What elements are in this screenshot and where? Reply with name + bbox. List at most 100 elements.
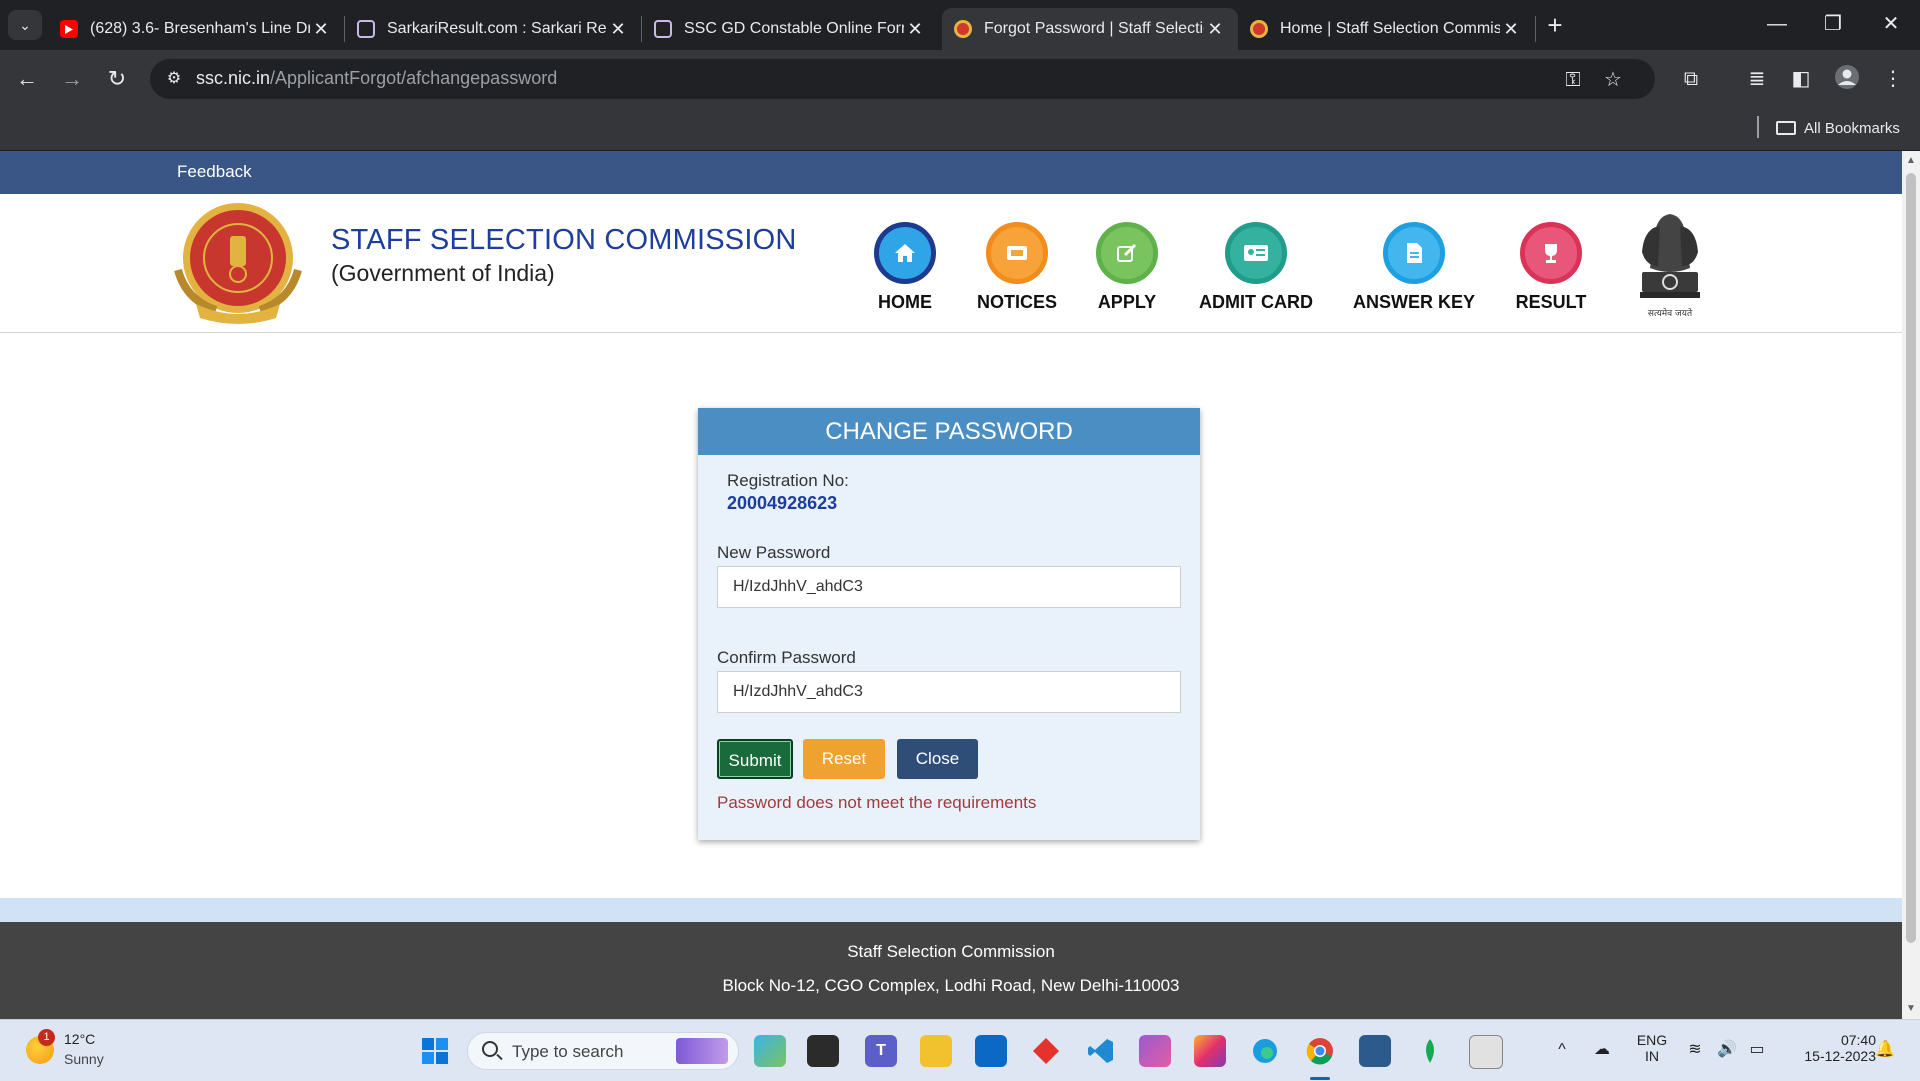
site-info-icon[interactable]: ⚙ <box>164 69 184 89</box>
nav-admit-card[interactable]: ADMIT CARD <box>1196 222 1316 313</box>
emblem-motto: सत्यमेव जयते <box>1648 307 1693 319</box>
new-tab-button[interactable]: + <box>1540 10 1570 40</box>
volume-icon[interactable]: 🔊 <box>1716 1039 1738 1061</box>
all-bookmarks-button[interactable]: All Bookmarks <box>1776 116 1900 140</box>
nav-label: ANSWER KEY <box>1352 292 1475 312</box>
result-icon <box>1520 222 1582 284</box>
tab-close-icon[interactable]: ✕ <box>904 19 926 40</box>
tab-forgot-password[interactable]: Forgot Password | Staff Selectio ✕ <box>942 8 1238 50</box>
site-footer: Staff Selection Commission Block No-12, … <box>0 922 1902 1019</box>
close-button[interactable]: Close <box>897 739 978 779</box>
mongodb-app-icon[interactable] <box>1414 1035 1446 1067</box>
footer-address: Block No-12, CGO Complex, Lodhi Road, Ne… <box>722 976 1180 995</box>
video-editor-app-icon[interactable] <box>1139 1035 1171 1067</box>
tab-close-icon[interactable]: ✕ <box>310 19 332 40</box>
tab-divider <box>1535 16 1536 42</box>
ssc-favicon <box>1250 20 1268 38</box>
confirm-password-field[interactable] <box>717 671 1181 713</box>
bookmark-star-icon[interactable]: ☆ <box>1600 67 1626 93</box>
network-tool-app-icon[interactable] <box>1359 1035 1391 1067</box>
answer-key-icon <box>1383 222 1445 284</box>
restore-button[interactable]: ❐ <box>1808 6 1858 42</box>
language-indicator[interactable]: ENG IN <box>1632 1032 1672 1064</box>
ssc-favicon <box>954 20 972 38</box>
browser-menu-icon[interactable]: ⋮ <box>1878 64 1908 94</box>
close-window-button[interactable]: ✕ <box>1866 6 1916 42</box>
search-icon <box>482 1041 498 1057</box>
nav-label: NOTICES <box>976 292 1057 312</box>
windows-start-icon[interactable] <box>419 1035 451 1067</box>
wifi-icon[interactable]: ≋ <box>1684 1039 1706 1061</box>
edge-app-icon[interactable] <box>1249 1035 1281 1067</box>
submit-button[interactable]: Submit <box>717 739 793 779</box>
region-code: IN <box>1645 1048 1659 1064</box>
back-button[interactable]: ← <box>10 62 44 96</box>
nav-answer-key[interactable]: ANSWER KEY <box>1352 222 1476 313</box>
nav-home[interactable]: HOME <box>873 222 937 313</box>
tab-title: SarkariResult.com : Sarkari Resu <box>387 20 607 37</box>
clock[interactable]: 07:40 15-12-2023 <box>1782 1032 1876 1064</box>
panel-heading: CHANGE PASSWORD <box>698 408 1200 455</box>
tab-search-button[interactable]: ⌄ <box>8 10 42 40</box>
minimize-button[interactable]: — <box>1752 6 1802 42</box>
forward-button[interactable]: → <box>55 62 89 96</box>
tab-title: (628) 3.6- Bresenham's Line Dra <box>90 20 310 37</box>
page-scrollbar[interactable]: ▲ ▼ <box>1902 151 1920 1019</box>
battery-icon[interactable]: ▭ <box>1746 1039 1768 1061</box>
apply-icon <box>1096 222 1158 284</box>
site-header: STAFF SELECTION COMMISSION (Government o… <box>0 194 1902 333</box>
footer-org-name: Staff Selection Commission <box>847 942 1055 961</box>
nav-label: APPLY <box>1097 292 1157 312</box>
new-password-field[interactable] <box>717 566 1181 608</box>
scroll-down-arrow-icon[interactable]: ▼ <box>1902 1001 1920 1017</box>
tab-ssc-gd[interactable]: SSC GD Constable Online Form ✕ <box>642 8 938 50</box>
notification-bell-icon[interactable]: 🔔 <box>1874 1039 1896 1061</box>
admit-card-icon <box>1225 222 1287 284</box>
tab-close-icon[interactable]: ✕ <box>607 19 629 40</box>
globe-icon <box>357 20 375 38</box>
nav-label: ADMIT CARD <box>1199 292 1313 312</box>
store-app-icon[interactable] <box>975 1035 1007 1067</box>
password-key-icon[interactable]: ⚿ <box>1560 67 1586 93</box>
terminal-app-icon[interactable] <box>807 1035 839 1067</box>
extensions-icon[interactable]: ⧉ <box>1676 64 1706 94</box>
teams-app-icon[interactable]: T <box>865 1035 897 1067</box>
clock-date: 15-12-2023 <box>1804 1048 1876 1064</box>
tab-title: SSC GD Constable Online Form <box>684 20 904 37</box>
bookmarks-bar: All Bookmarks <box>0 108 1920 151</box>
nav-label: HOME <box>878 292 932 312</box>
show-hidden-icons[interactable]: ^ <box>1551 1039 1573 1061</box>
home-icon <box>874 222 936 284</box>
vscode-app-icon[interactable] <box>1085 1035 1117 1067</box>
taskbar-search[interactable]: Type to search <box>467 1032 739 1070</box>
tab-youtube[interactable]: (628) 3.6- Bresenham's Line Dra ✕ <box>48 8 344 50</box>
url-text[interactable]: ssc.nic.in/ApplicantForgot/afchangepassw… <box>196 68 557 89</box>
instagram-app-icon[interactable] <box>1194 1035 1226 1067</box>
weather-temperature: 12°C <box>64 1031 96 1047</box>
onedrive-icon[interactable]: ☁ <box>1591 1039 1613 1061</box>
browser-toolbar: ← → ↻ ⚙ ssc.nic.in/ApplicantForgot/afcha… <box>0 50 1920 108</box>
nav-label: RESULT <box>1515 292 1587 312</box>
tab-sarkariresult[interactable]: SarkariResult.com : Sarkari Resu ✕ <box>345 8 641 50</box>
widgets-app-icon[interactable] <box>754 1035 786 1067</box>
scroll-up-arrow-icon[interactable]: ▲ <box>1902 153 1920 169</box>
scrollbar-thumb[interactable] <box>1906 173 1916 943</box>
tab-close-icon[interactable]: ✕ <box>1204 19 1226 40</box>
reset-button[interactable]: Reset <box>803 739 885 779</box>
tab-ssc-home[interactable]: Home | Staff Selection Commiss ✕ <box>1238 8 1534 50</box>
media-control-icon[interactable]: ≣ <box>1742 64 1772 94</box>
nav-result[interactable]: RESULT <box>1514 222 1588 313</box>
file-explorer-icon[interactable] <box>920 1035 952 1067</box>
side-panel-icon[interactable]: ◧ <box>1786 64 1816 94</box>
nav-apply[interactable]: APPLY <box>1096 222 1158 313</box>
ssc-logo <box>174 203 302 324</box>
tab-close-icon[interactable]: ✕ <box>1500 19 1522 40</box>
app-globe-icon[interactable] <box>1469 1035 1503 1069</box>
address-bar[interactable]: ⚙ ssc.nic.in/ApplicantForgot/afchangepas… <box>150 59 1655 99</box>
chrome-app-icon[interactable] <box>1304 1035 1336 1067</box>
profile-avatar[interactable] <box>1832 64 1862 94</box>
reload-button[interactable]: ↻ <box>100 62 134 96</box>
app-red-diamond-icon[interactable] <box>1030 1035 1062 1067</box>
nav-notices[interactable]: NOTICES <box>972 222 1062 313</box>
feedback-link[interactable]: Feedback <box>177 162 252 182</box>
